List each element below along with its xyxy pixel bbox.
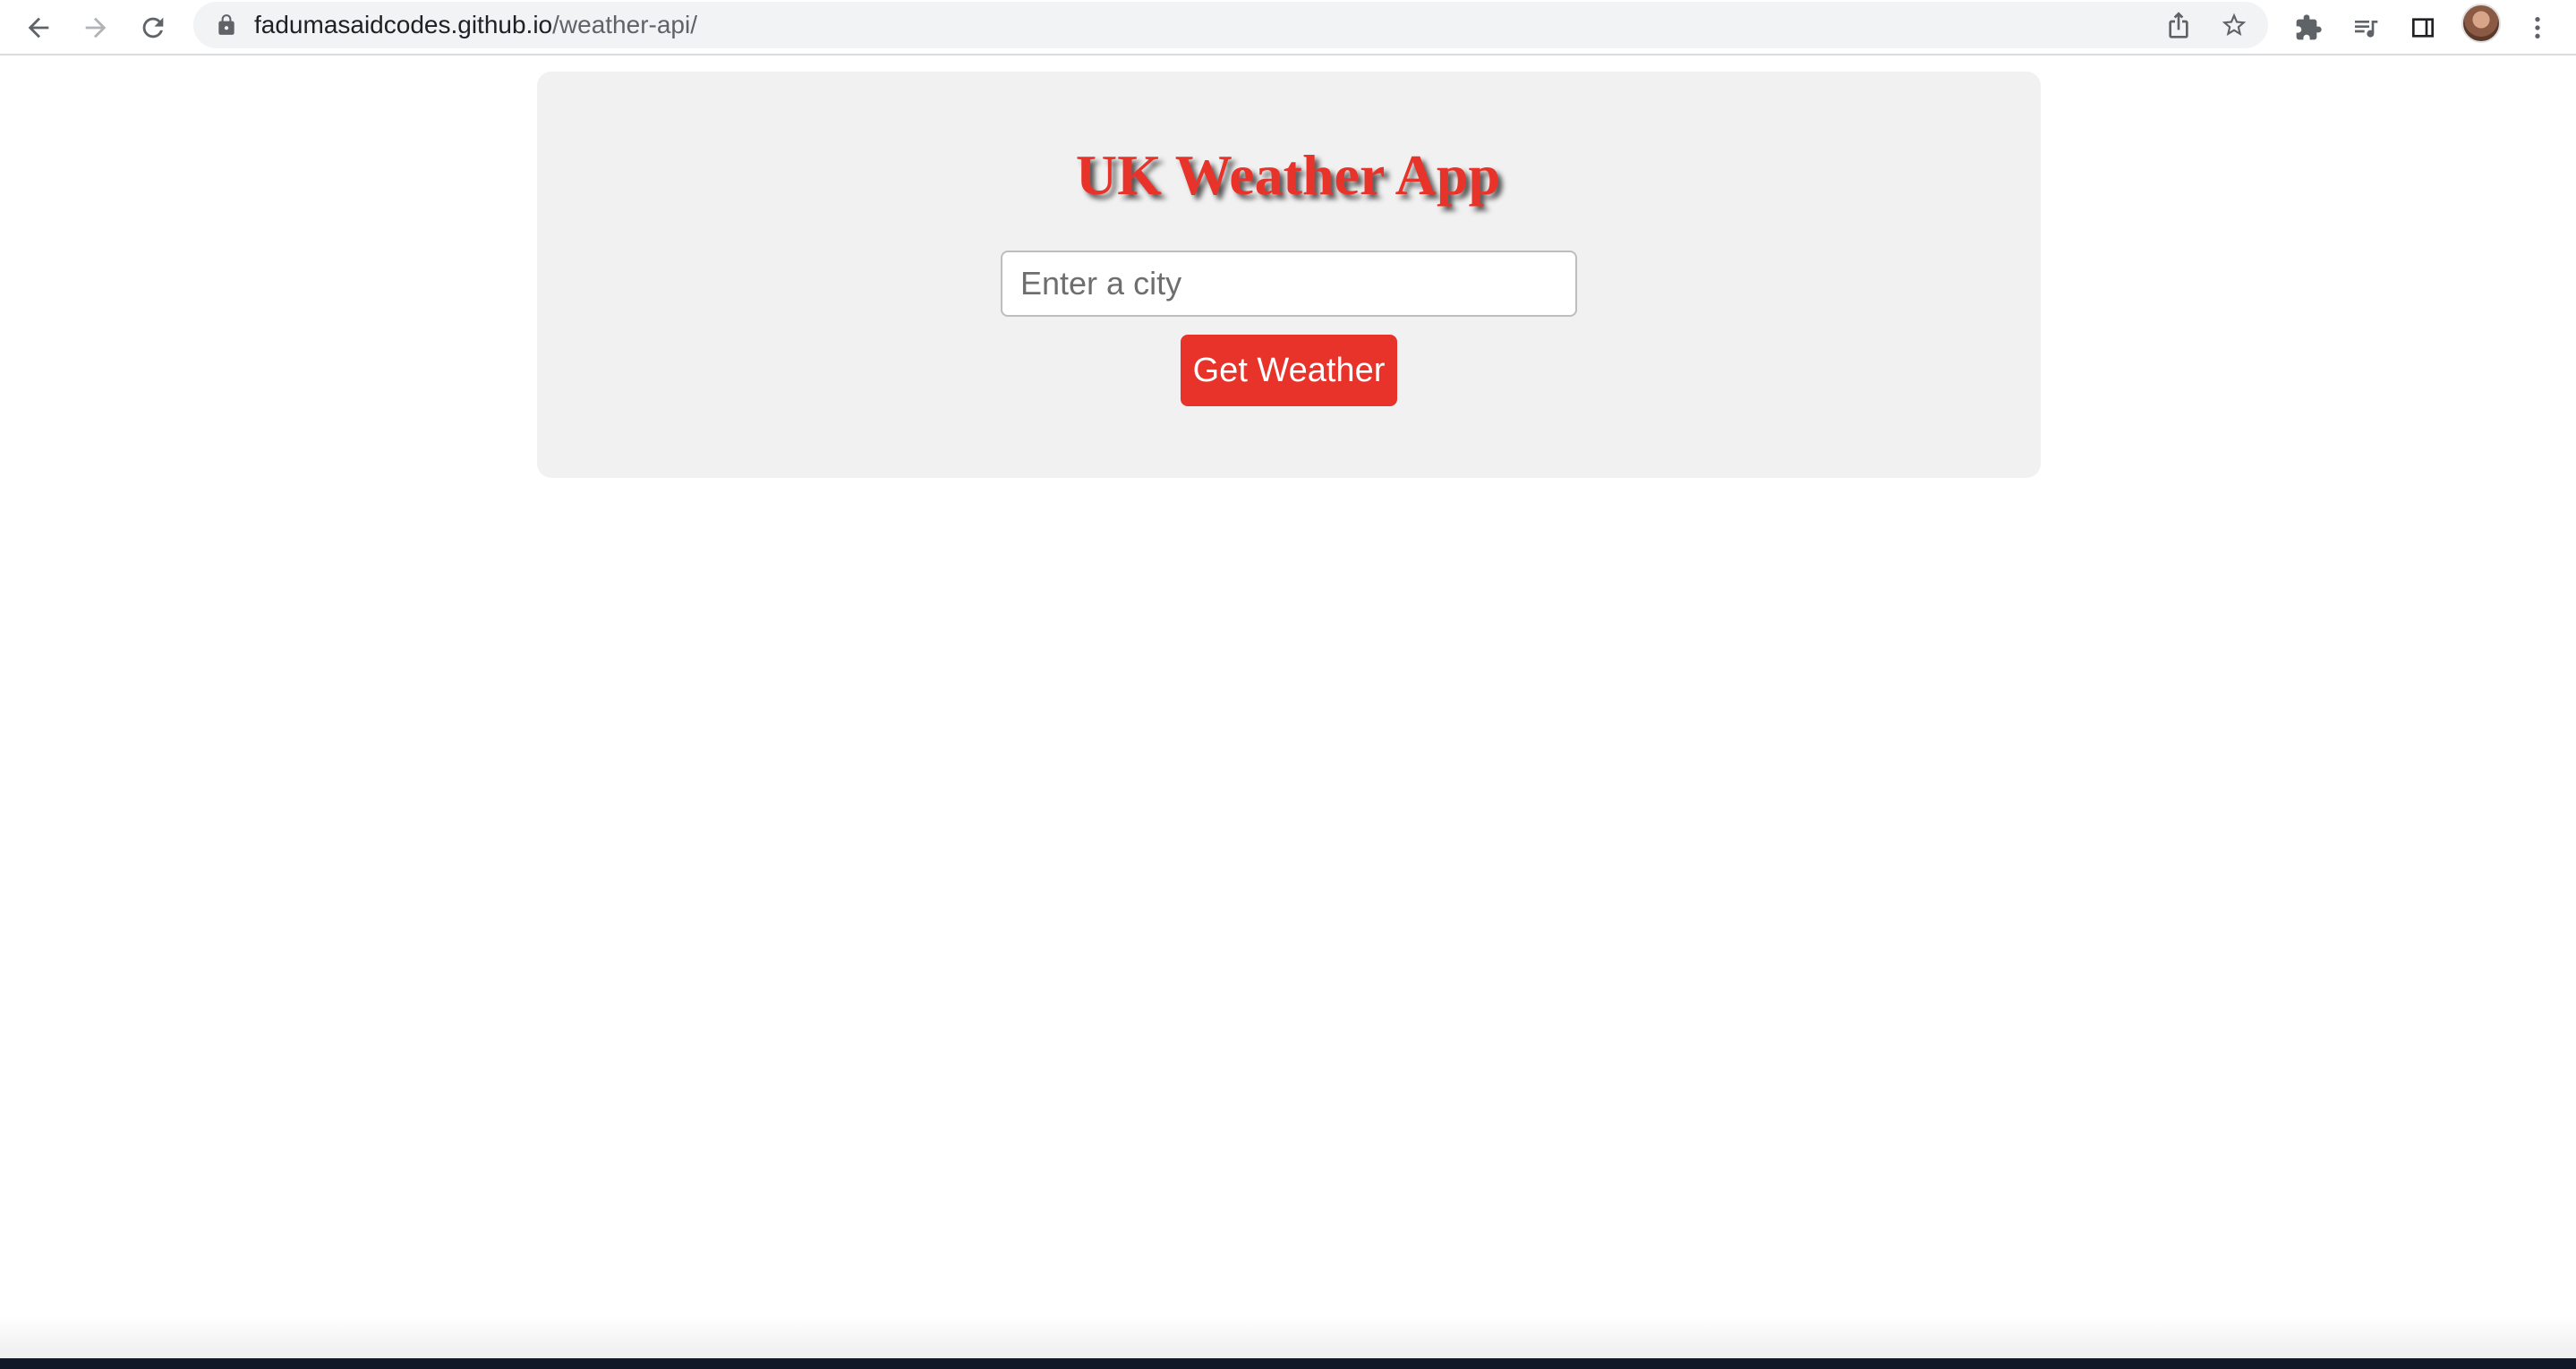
url-host: fadumasaidcodes.github.io xyxy=(254,11,553,38)
page-title: UK Weather App xyxy=(1075,143,1501,207)
reading-list-button[interactable] xyxy=(2345,7,2386,48)
extensions-button[interactable] xyxy=(2288,7,2329,48)
bookmark-button[interactable] xyxy=(2218,9,2250,41)
star-icon xyxy=(2222,13,2247,36)
forward-button[interactable] xyxy=(73,5,118,50)
side-panel-button[interactable] xyxy=(2402,7,2444,48)
kebab-menu-icon xyxy=(2535,17,2540,38)
address-bar[interactable]: fadumasaidcodes.github.io/weather-api/ xyxy=(193,2,2268,48)
lock-icon xyxy=(218,14,235,35)
url-path: /weather-api/ xyxy=(552,11,697,38)
share-icon xyxy=(2169,12,2188,38)
browser-toolbar: fadumasaidcodes.github.io/weather-api/ xyxy=(0,0,2576,55)
menu-button[interactable] xyxy=(2517,7,2558,48)
avatar[interactable] xyxy=(2461,4,2501,43)
reload-button[interactable] xyxy=(131,5,175,50)
puzzle-icon xyxy=(2296,14,2322,40)
reload-icon xyxy=(142,17,164,38)
share-button[interactable] xyxy=(2162,9,2195,41)
page-bottom-shade xyxy=(0,1315,2576,1358)
url-text: fadumasaidcodes.github.io/weather-api/ xyxy=(254,2,697,48)
dock-edge xyxy=(0,1358,2576,1369)
reading-list-icon xyxy=(2355,21,2378,38)
get-weather-button[interactable]: Get Weather xyxy=(1181,335,1397,406)
city-input[interactable] xyxy=(1001,251,1577,317)
forward-arrow-icon xyxy=(85,17,107,38)
back-arrow-icon xyxy=(28,17,49,38)
back-button[interactable] xyxy=(16,5,61,50)
side-panel-icon xyxy=(2412,18,2434,38)
